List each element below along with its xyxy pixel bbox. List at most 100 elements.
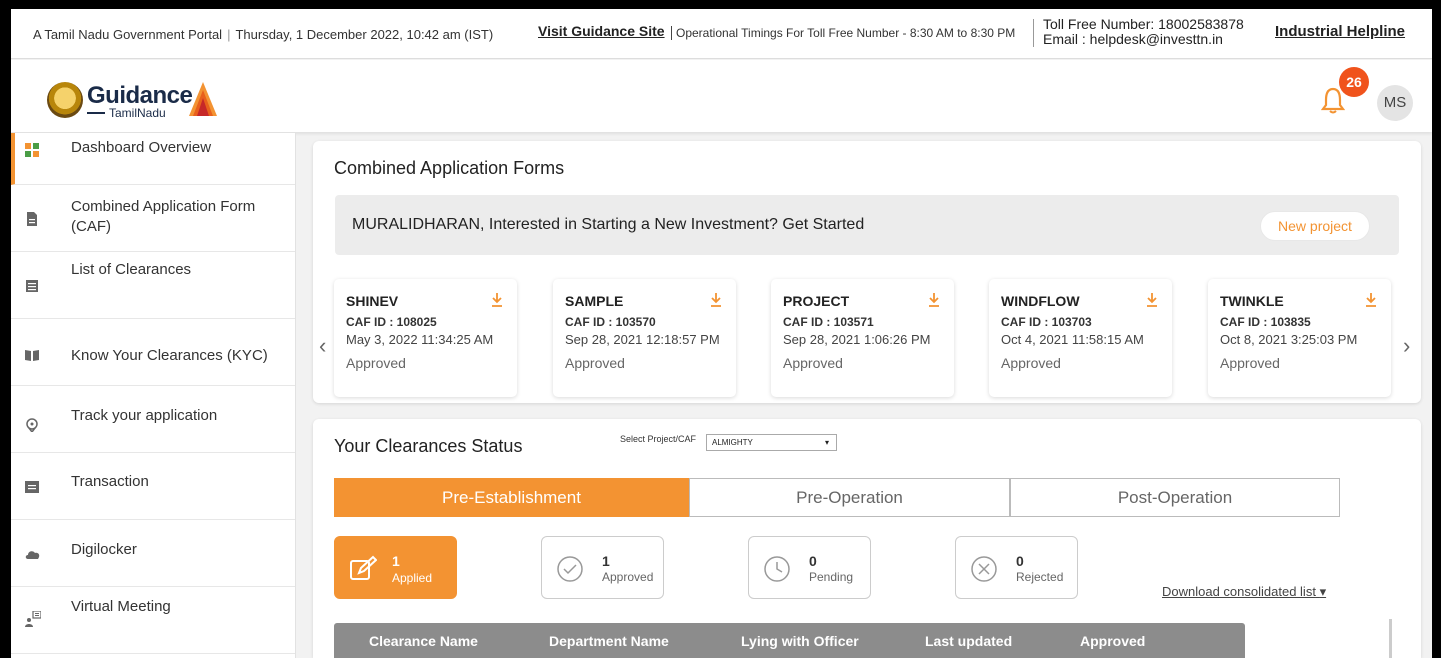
cloud-icon <box>25 551 40 559</box>
location-pin-icon <box>26 418 38 432</box>
project-caf-id: CAF ID : 103703 <box>1001 315 1092 329</box>
stat-approved[interactable]: 1 Approved <box>541 536 664 599</box>
window-frame-top <box>0 0 1441 9</box>
sidebar-item-digilocker[interactable]: Digilocker <box>11 520 295 587</box>
sidebar-item-label: Transaction <box>71 473 149 490</box>
caf-card: Combined Application Forms MURALIDHARAN,… <box>313 141 1421 403</box>
project-caf-id: CAF ID : 103835 <box>1220 315 1311 329</box>
project-select-label: Select Project/CAF <box>620 434 697 444</box>
project-card[interactable]: SAMPLE CAF ID : 103570 Sep 28, 2021 12:1… <box>553 279 736 397</box>
toll-separator <box>1033 19 1034 47</box>
download-icon[interactable] <box>491 293 503 307</box>
project-card[interactable]: TWINKLE CAF ID : 103835 Oct 8, 2021 3:25… <box>1208 279 1391 397</box>
download-icon[interactable] <box>1146 293 1158 307</box>
clock-icon <box>764 556 790 582</box>
helpdesk-email: Email : helpdesk@investtn.in <box>1043 31 1223 47</box>
project-caf-id: CAF ID : 103570 <box>565 315 656 329</box>
portal-name: A Tamil Nadu Government Portal <box>33 27 223 42</box>
download-icon[interactable] <box>1365 293 1377 307</box>
notification-badge[interactable]: 26 <box>1339 67 1369 97</box>
caret-down-icon: ▾ <box>1319 584 1327 599</box>
carousel-prev-icon[interactable]: ‹ <box>319 333 331 359</box>
chevron-down-icon: ▾ <box>824 438 829 447</box>
operational-timings: Operational Timings For Toll Free Number… <box>671 26 1015 40</box>
sidebar-item-virtual-meeting[interactable]: Virtual Meeting <box>11 587 295 654</box>
visit-guidance-link[interactable]: Visit Guidance Site <box>538 23 665 39</box>
col-lying-with-officer[interactable]: Lying with Officer <box>741 633 859 649</box>
stat-rejected[interactable]: 0 Rejected <box>955 536 1078 599</box>
sidebar-item-label: List of Clearances <box>71 261 192 278</box>
carousel-next-icon[interactable]: › <box>1403 333 1415 359</box>
sidebar-item-label: Dashboard Overview <box>71 139 212 156</box>
project-name: WINDFLOW <box>1001 293 1080 309</box>
sidebar-item-label: Virtual Meeting <box>71 598 171 615</box>
project-caf-id: CAF ID : 103571 <box>783 315 874 329</box>
stat-pending[interactable]: 0 Pending <box>748 536 871 599</box>
window-frame-left <box>0 0 11 658</box>
logo-sub: TamilNadu <box>87 106 166 120</box>
sidebar: Dashboard Overview Combined Application … <box>11 133 296 658</box>
project-select[interactable]: ALMIGHTY ▾ <box>706 434 837 451</box>
clearances-card: Your Clearances Status Select Project/CA… <box>313 419 1421 658</box>
project-date: May 3, 2022 11:34:25 AM <box>346 332 494 347</box>
col-department-name[interactable]: Department Name <box>549 633 669 649</box>
project-date: Sep 28, 2021 1:06:26 PM <box>783 332 931 347</box>
stat-applied[interactable]: 1 Applied <box>334 536 457 599</box>
project-name: SHINEV <box>346 293 399 309</box>
tab-pre-operation[interactable]: Pre-Operation <box>689 478 1010 517</box>
sidebar-item-track[interactable]: Track your application <box>11 386 295 453</box>
col-approved[interactable]: Approved <box>1080 633 1145 649</box>
download-consolidated-link[interactable]: Download consolidated list ▾ <box>1162 584 1326 600</box>
guidance-logo[interactable]: Guidance TamilNadu <box>47 82 237 120</box>
flame-icon <box>189 82 217 116</box>
project-caf-id: CAF ID : 108025 <box>346 315 437 329</box>
project-status: Approved <box>1001 355 1061 371</box>
clearances-title: Your Clearances Status <box>334 436 523 456</box>
edit-icon <box>350 555 377 580</box>
user-avatar[interactable]: MS <box>1377 85 1413 121</box>
stat-label: Pending <box>809 570 854 584</box>
window-frame-right <box>1432 0 1441 658</box>
new-project-button[interactable]: New project <box>1260 211 1370 241</box>
col-last-updated[interactable]: Last updated <box>925 633 1012 649</box>
document-icon <box>27 212 37 226</box>
transaction-icon <box>25 481 39 493</box>
portal-separator: | <box>227 27 231 42</box>
project-select-value: ALMIGHTY <box>712 438 753 447</box>
project-card[interactable]: PROJECT CAF ID : 103571 Sep 28, 2021 1:0… <box>771 279 954 397</box>
download-icon[interactable] <box>928 293 940 307</box>
clearance-tabs: Pre-Establishment Pre-Operation Post-Ope… <box>334 478 1340 517</box>
project-card[interactable]: WINDFLOW CAF ID : 103703 Oct 4, 2021 11:… <box>989 279 1172 397</box>
project-status: Approved <box>1220 355 1280 371</box>
dashboard-grid-icon <box>25 143 39 157</box>
vertical-scrollbar[interactable] <box>1389 619 1392 658</box>
sidebar-item-label: Combined Application Form (CAF) <box>71 198 256 235</box>
banner-text: MURALIDHARAN, Interested in Starting a N… <box>352 216 865 233</box>
sidebar-item-dashboard[interactable]: Dashboard Overview <box>11 133 295 185</box>
col-clearance-name[interactable]: Clearance Name <box>369 633 478 649</box>
sidebar-item-kyc[interactable]: Know Your Clearances (KYC) <box>11 319 295 386</box>
toll-free-number: Toll Free Number: 18002583878 <box>1043 16 1244 32</box>
stat-count: 1 <box>392 553 400 569</box>
list-icon <box>26 280 38 292</box>
sidebar-item-caf[interactable]: Combined Application Form (CAF) <box>11 185 295 252</box>
download-icon[interactable] <box>710 293 722 307</box>
tab-post-operation[interactable]: Post-Operation <box>1010 478 1340 517</box>
industrial-helpline-link[interactable]: Industrial Helpline <box>1275 23 1405 40</box>
stat-label: Approved <box>602 570 654 584</box>
caf-card-title: Combined Application Forms <box>334 158 565 178</box>
tab-pre-establishment[interactable]: Pre-Establishment <box>334 478 689 517</box>
project-name: SAMPLE <box>565 293 624 309</box>
check-circle-icon <box>557 556 583 582</box>
meeting-icon <box>25 611 41 627</box>
project-status: Approved <box>783 355 843 371</box>
app-header: Guidance TamilNadu 26 MS <box>11 60 1432 132</box>
project-date: Sep 28, 2021 12:18:57 PM <box>565 332 720 347</box>
stat-count: 0 <box>809 553 817 569</box>
sidebar-item-clearances[interactable]: List of Clearances <box>11 252 295 319</box>
project-date: Oct 8, 2021 3:25:03 PM <box>1220 332 1358 347</box>
sidebar-item-label: Know Your Clearances (KYC) <box>71 347 268 364</box>
download-link-label: Download consolidated list <box>1162 584 1316 599</box>
project-card[interactable]: SHINEV CAF ID : 108025 May 3, 2022 11:34… <box>334 279 517 397</box>
sidebar-item-transaction[interactable]: Transaction <box>11 453 295 520</box>
